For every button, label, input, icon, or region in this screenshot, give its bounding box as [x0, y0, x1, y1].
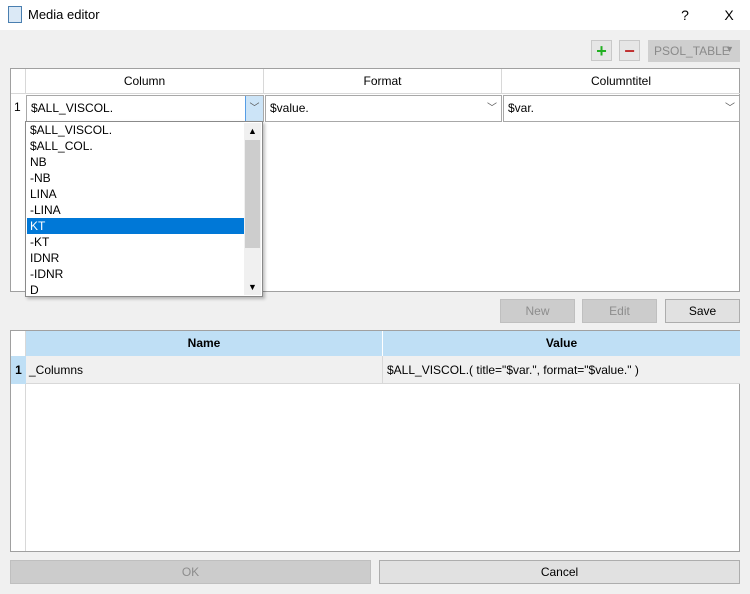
properties-table: Name Value 1 _Columns $ALL_VISCOL.( titl… — [10, 330, 740, 552]
header-format[interactable]: Format — [264, 69, 502, 94]
dropdown-item[interactable]: -KT — [27, 234, 245, 250]
scrollbar-thumb[interactable] — [245, 140, 260, 248]
app-icon — [8, 6, 22, 23]
dropdown-item[interactable]: $ALL_COL. — [27, 138, 245, 154]
column-dropdown-list[interactable]: $ALL_VISCOL. $ALL_COL. NB -NB LINA -LINA… — [25, 121, 263, 297]
dropdown-item-selected[interactable]: KT — [27, 218, 245, 234]
remove-icon[interactable]: − — [619, 40, 640, 61]
window-title: Media editor — [28, 7, 100, 22]
new-button[interactable]: New — [500, 299, 575, 323]
chevron-down-icon[interactable]: ﹀ — [483, 96, 501, 121]
row-name[interactable]: _Columns — [26, 356, 383, 384]
dropdown-item[interactable]: -IDNR — [27, 266, 245, 282]
corner-cell — [11, 69, 26, 94]
dropdown-item[interactable]: LINA — [27, 186, 245, 202]
cancel-button[interactable]: Cancel — [379, 560, 740, 584]
scroll-up-icon[interactable]: ▲ — [244, 123, 261, 139]
dropdown-item[interactable]: NB — [27, 154, 245, 170]
save-button[interactable]: Save — [665, 299, 740, 323]
dropdown-item[interactable]: -LINA — [27, 202, 245, 218]
dropdown-scrollbar[interactable]: ▲ ▼ — [244, 123, 261, 295]
columntitel-combo[interactable]: $var. ﹀ — [503, 95, 740, 122]
dropdown-item[interactable]: -NB — [27, 170, 245, 186]
header-column[interactable]: Column — [26, 69, 264, 94]
format-combo[interactable]: $value. ﹀ — [265, 95, 502, 122]
dropdown-item[interactable]: $ALL_VISCOL. — [27, 122, 245, 138]
chevron-down-icon: ▼ — [725, 44, 734, 54]
columntitel-value: $var. — [508, 101, 535, 115]
header-value[interactable]: Value — [383, 331, 740, 356]
chevron-down-icon[interactable]: ﹀ — [245, 96, 263, 121]
row-number: 1 — [11, 356, 26, 384]
title-bar: Media editor ? X — [0, 0, 750, 30]
format-value: $value. — [270, 101, 309, 115]
header-name[interactable]: Name — [26, 331, 383, 356]
table-select[interactable]: PSOL_TABLE ▼ — [648, 40, 740, 62]
row-number: 1 — [14, 100, 21, 114]
scroll-down-icon[interactable]: ▼ — [244, 279, 261, 295]
header-columntitel[interactable]: Columntitel — [502, 69, 740, 94]
close-button[interactable]: X — [719, 7, 739, 23]
row-value[interactable]: $ALL_VISCOL.( title="$var.", format="$va… — [383, 356, 740, 384]
column-value: $ALL_VISCOL. — [31, 101, 114, 115]
chevron-down-icon[interactable]: ﹀ — [721, 96, 739, 121]
add-icon[interactable]: + — [591, 40, 612, 61]
dropdown-item[interactable]: D — [27, 282, 245, 298]
table-select-value: PSOL_TABLE — [654, 44, 730, 58]
column-combo[interactable]: $ALL_VISCOL. ﹀ — [26, 95, 264, 122]
edit-button[interactable]: Edit — [582, 299, 657, 323]
ok-button[interactable]: OK — [10, 560, 371, 584]
help-button[interactable]: ? — [675, 7, 695, 23]
dropdown-item[interactable]: IDNR — [27, 250, 245, 266]
